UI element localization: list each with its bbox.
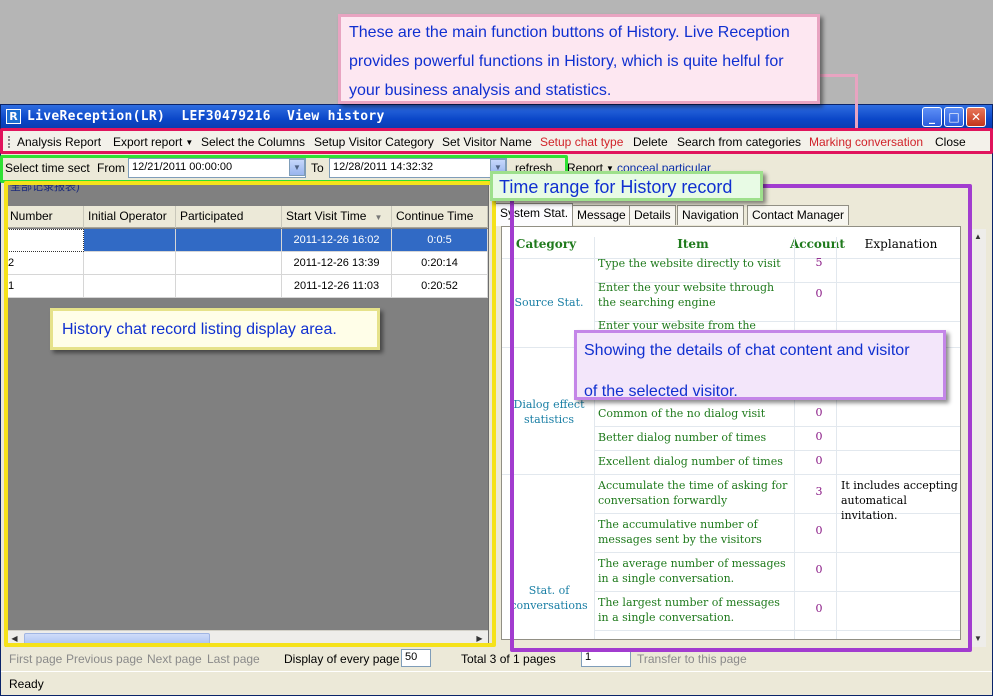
status-text: Ready <box>9 677 44 691</box>
per-page-input[interactable]: 50 <box>401 649 431 667</box>
vertical-scrollbar[interactable]: ▲ ▼ <box>970 229 986 647</box>
time-range-callout: Time range for History record <box>490 171 763 201</box>
transfer-page-button[interactable]: Transfer to this page <box>637 652 747 666</box>
details-callout-line2: of the selected visitor. <box>584 383 738 400</box>
scroll-down-icon[interactable]: ▼ <box>971 632 985 646</box>
close-window-button[interactable]: ✕ <box>966 107 986 127</box>
details-callout: Showing the details of chat content and … <box>574 330 946 400</box>
status-bar: Ready <box>1 671 992 695</box>
list-area-callout: History chat record listing display area… <box>50 308 380 350</box>
display-per-page-label: Display of every page <box>284 652 400 666</box>
details-highlight-box <box>510 184 972 652</box>
maximize-button[interactable]: □ <box>944 107 964 127</box>
total-pages-label: Total 3 of 1 pages <box>461 652 556 666</box>
details-callout-line1: Showing the details of chat content and … <box>584 342 910 359</box>
filter-highlight-box <box>0 155 568 183</box>
minimize-button[interactable]: _ <box>922 107 942 127</box>
function-buttons-callout: These are the main function buttons of H… <box>338 14 820 104</box>
app-icon: R <box>6 109 21 124</box>
menu-highlight-box <box>0 128 993 154</box>
first-page-button[interactable]: First page <box>9 652 62 666</box>
callout-connector <box>855 74 858 128</box>
scroll-up-icon[interactable]: ▲ <box>971 230 985 244</box>
last-page-button[interactable]: Last page <box>207 652 260 666</box>
window-title: LiveReception(LR) LEF30479216 View histo… <box>27 109 385 124</box>
callout-connector <box>818 74 858 77</box>
list-highlight-box <box>4 181 496 647</box>
previous-page-button[interactable]: Previous page <box>66 652 143 666</box>
next-page-button[interactable]: Next page <box>147 652 202 666</box>
title-bar[interactable]: R LiveReception(LR) LEF30479216 View his… <box>1 105 992 129</box>
